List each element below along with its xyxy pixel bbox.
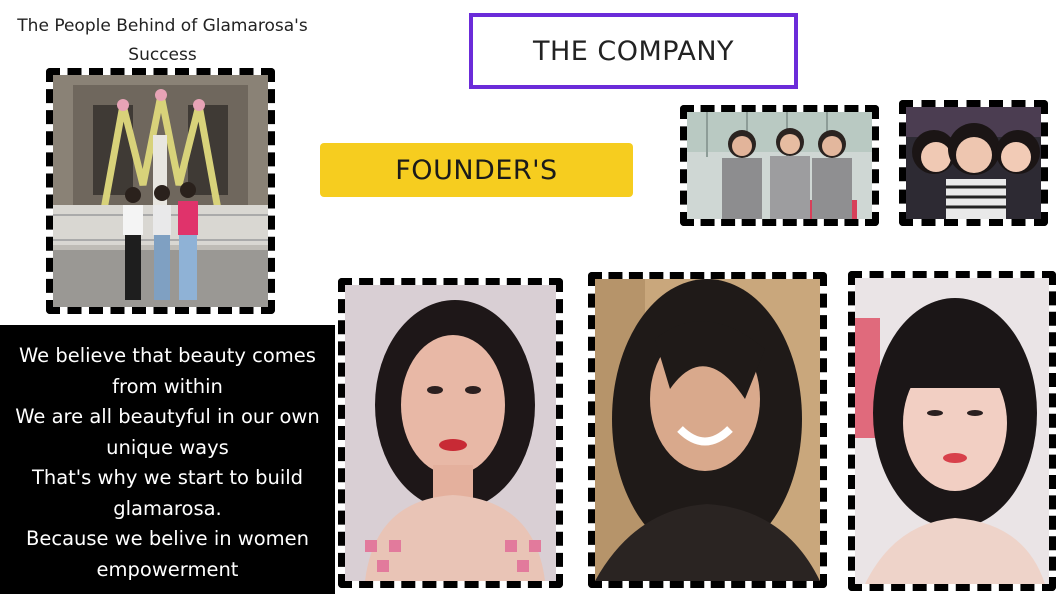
group-photo-outdoor [680, 105, 879, 226]
founder-portrait-2-image [595, 279, 820, 581]
group-photo-building [46, 68, 275, 314]
mission-line: Because we belive in women empowerment [25, 527, 310, 581]
founders-heading-label: FOUNDER'S [395, 154, 558, 186]
company-heading-label: THE COMPANY [532, 35, 735, 67]
founder-portrait-3-image [855, 278, 1049, 584]
group-photo-outdoor-image [687, 112, 872, 219]
founder-portrait-1 [338, 278, 563, 588]
group-selfie-photo [899, 100, 1048, 226]
company-heading: THE COMPANY [469, 13, 798, 89]
mission-line: We are all beautyful in our own unique w… [15, 405, 320, 459]
group-photo-building-image [53, 75, 268, 307]
founder-portrait-2 [588, 272, 827, 588]
founders-heading: FOUNDER'S [320, 143, 633, 197]
founder-portrait-1-image [345, 285, 556, 581]
group-selfie-photo-image [906, 107, 1041, 219]
page-title: The People Behind of Glamarosa's Success [17, 16, 308, 65]
mission-line: We believe that beauty comes from within [19, 344, 316, 398]
mission-line: That's why we start to build glamarosa. [31, 466, 304, 520]
founder-portrait-3 [848, 271, 1056, 591]
mission-statement: We believe that beauty comes from within… [0, 325, 335, 594]
